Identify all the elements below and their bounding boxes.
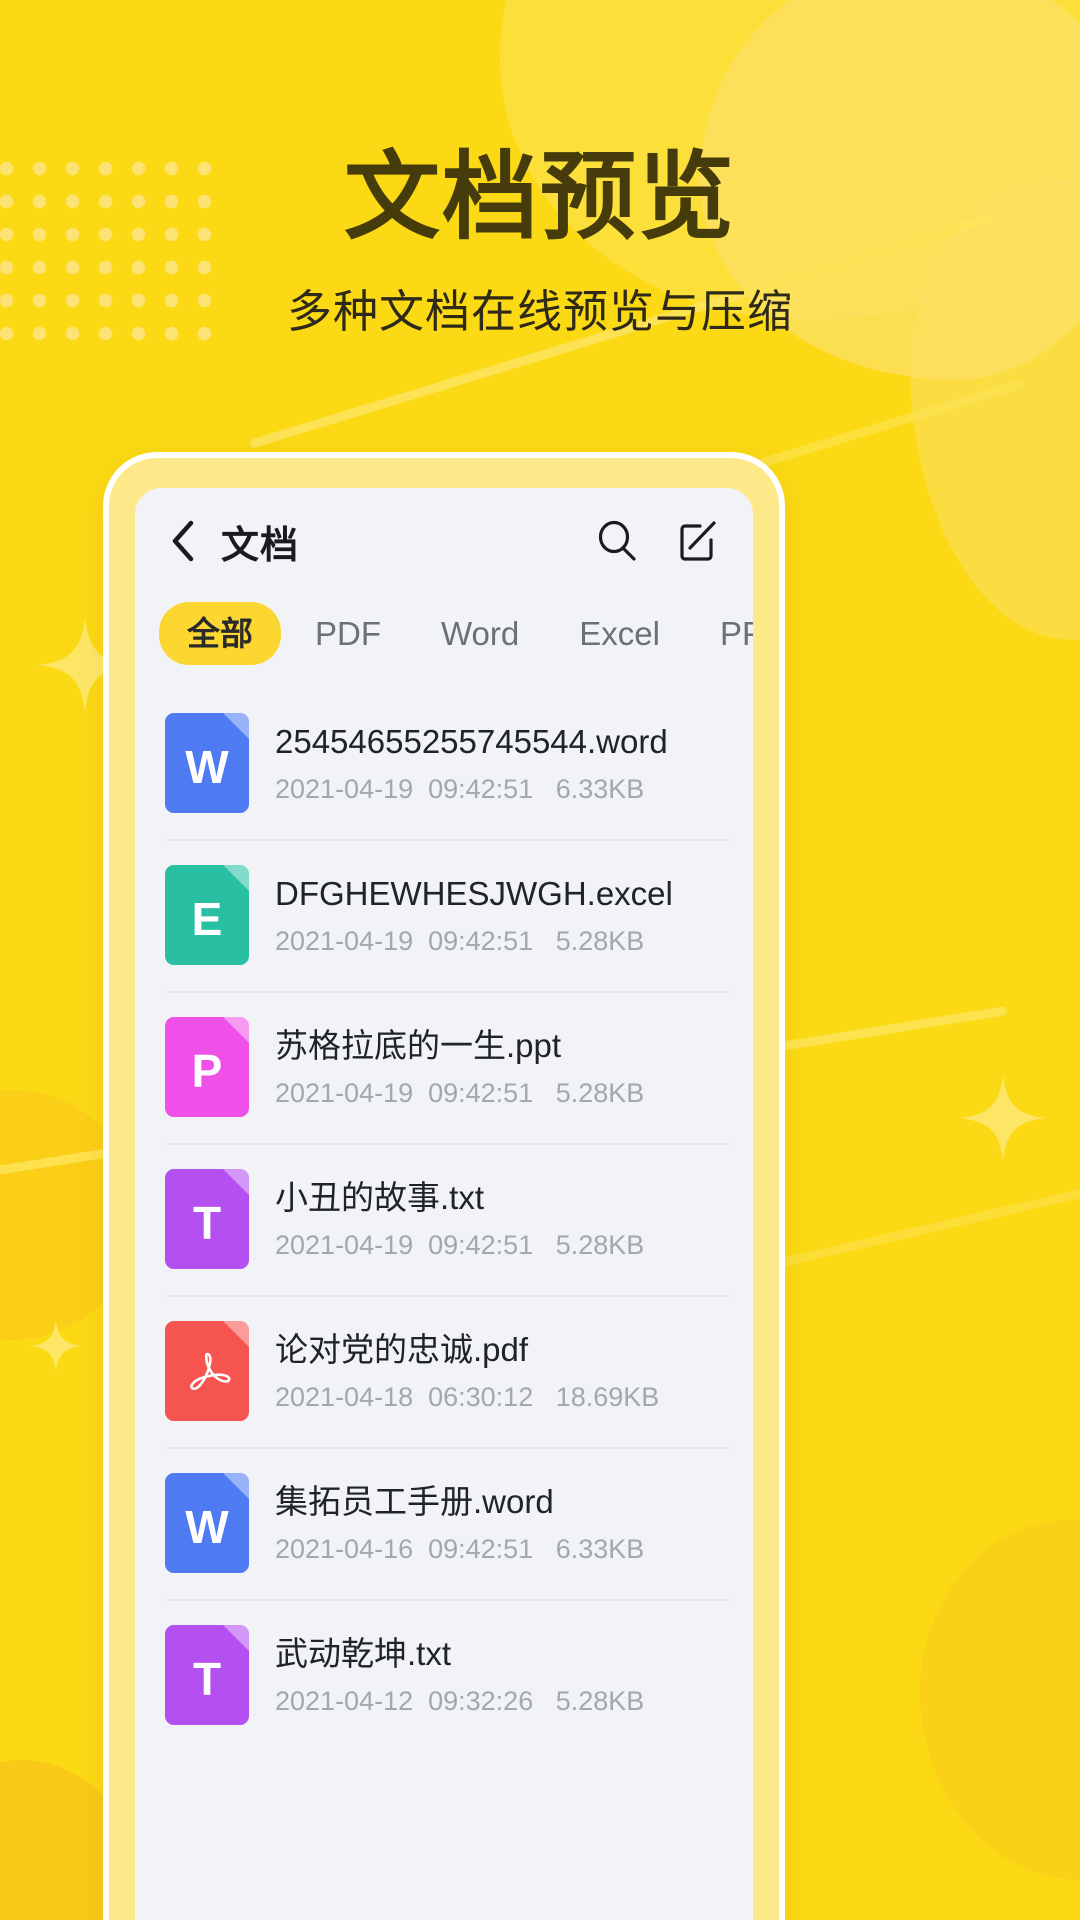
page-fold-corner <box>223 1321 249 1347</box>
page-fold-corner <box>223 1017 249 1043</box>
tab-ppt[interactable]: PPT <box>690 617 753 650</box>
file-type-icon-word: W <box>165 713 249 813</box>
back-button[interactable] <box>161 519 205 563</box>
file-detail: 2021-04-19 09:42:51 5.28KB <box>275 926 645 957</box>
file-type-letter: T <box>192 1197 222 1249</box>
page-fold-corner <box>223 1625 249 1651</box>
file-meta: 集拓员工手册.word 2021-04-16 09:42:51 6.33KB <box>275 1481 644 1565</box>
file-type-letter: T <box>192 1653 222 1705</box>
file-list-item[interactable]: W 25454655255745544.word 2021-04-19 09:42:… <box>135 687 753 839</box>
file-detail: 2021-04-12 09:32:26 5.28KB <box>275 1686 645 1717</box>
file-list-item[interactable]: T 小丑的故事.txt 2021-04-19 09:42:51 5.28KB <box>135 1143 753 1295</box>
file-list-item[interactable]: W 集拓员工手册.word 2021-04-16 09:42:51 6.33KB <box>135 1447 753 1599</box>
sparkle-right-icon <box>960 1075 1046 1161</box>
file-name: 小丑的故事.txt <box>275 1178 485 1216</box>
file-list-item[interactable]: E DFGHEWHESJWGH.excel 2021-04-19 09:42:51 … <box>135 839 753 991</box>
file-list-item[interactable]: T 武动乾坤.txt 2021-04-12 09:32:26 5.28KB <box>135 1599 753 1751</box>
file-name: 武动乾坤.txt <box>275 1634 452 1672</box>
tab-all[interactable]: 全部 <box>159 602 281 665</box>
sparkle-left-low-icon <box>30 1320 82 1372</box>
file-detail: 2021-04-19 09:42:51 5.28KB <box>275 1230 645 1261</box>
app-bar: 文档 <box>135 488 753 594</box>
file-meta: 论对党的忠诚.pdf 2021-04-18 06:30:12 18.69KB <box>275 1329 659 1413</box>
search-icon <box>598 520 636 561</box>
file-type-icon-pdf <box>165 1321 249 1421</box>
page-subtitle: 多种文档在线预览与压缩 <box>286 285 793 337</box>
file-detail: 2021-04-19 09:42:51 5.28KB <box>275 1078 645 1109</box>
file-type-icon-txt: T <box>165 1625 249 1725</box>
tab-excel[interactable]: Excel <box>549 617 690 650</box>
compose-icon <box>680 521 716 561</box>
phone-mockup: 文档 全部 PDF Word Excel PP W 25454655255745… <box>103 452 785 1920</box>
file-name: 集拓员工手册.word <box>275 1482 554 1520</box>
file-type-letter: E <box>191 893 223 945</box>
compose-button[interactable] <box>675 517 723 565</box>
app-bar-title: 文档 <box>221 524 300 567</box>
file-type-icon-word: W <box>165 1473 249 1573</box>
page-fold-corner <box>223 1169 249 1195</box>
chevron-left-icon <box>172 520 194 562</box>
page-fold-corner <box>223 713 249 739</box>
tab-word[interactable]: Word <box>411 617 549 650</box>
file-list-item[interactable]: 论对党的忠诚.pdf 2021-04-18 06:30:12 18.69KB <box>135 1295 753 1447</box>
phone-screen: 文档 全部 PDF Word Excel PP W 25454655255745… <box>135 488 753 1920</box>
file-name: 25454655255745544.word <box>275 722 668 760</box>
page-title: 文档预览 <box>344 144 736 251</box>
file-name: 苏格拉底的一生.ppt <box>275 1026 562 1064</box>
file-type-letter: W <box>185 741 229 793</box>
file-detail: 2021-04-19 09:42:51 6.33KB <box>275 774 645 805</box>
file-meta: 苏格拉底的一生.ppt 2021-04-19 09:42:51 5.28KB <box>275 1025 644 1109</box>
file-meta: 武动乾坤.txt 2021-04-12 09:32:26 5.28KB <box>275 1633 644 1717</box>
file-list-item[interactable]: P 苏格拉底的一生.ppt 2021-04-19 09:42:51 5.28KB <box>135 991 753 1143</box>
page-fold-corner <box>223 865 249 891</box>
file-meta: 小丑的故事.txt 2021-04-19 09:42:51 5.28KB <box>275 1177 644 1261</box>
promo-banner: 文档预览 多种文档在线预览与压缩 文档 全部 PDF Word Excel PP… <box>0 0 1080 1920</box>
blob-right-lower <box>920 1520 1080 1880</box>
search-button[interactable] <box>593 517 641 565</box>
filter-tabs[interactable]: 全部 PDF Word Excel PPT TXT <box>135 594 753 687</box>
file-type-letter: P <box>191 1045 223 1097</box>
tab-pdf[interactable]: PDF <box>285 617 411 650</box>
file-list[interactable]: W 25454655255745544.word 2021-04-19 09:42:… <box>135 687 753 1920</box>
file-type-icon-ppt: P <box>165 1017 249 1117</box>
file-name: 论对党的忠诚.pdf <box>275 1330 529 1368</box>
file-detail: 2021-04-16 09:42:51 6.33KB <box>275 1534 645 1565</box>
file-detail: 2021-04-18 06:30:12 18.69KB <box>275 1382 660 1413</box>
file-type-letter: W <box>185 1501 229 1553</box>
page-fold-corner <box>223 1473 249 1499</box>
file-type-icon-excel: E <box>165 865 249 965</box>
file-meta: 25454655255745544.word 2021-04-19 09:42:5… <box>275 721 668 805</box>
app-bar-actions <box>593 517 723 565</box>
hero-text-block: 文档预览 多种文档在线预览与压缩 <box>0 144 1080 340</box>
pdf-swirl-icon <box>190 1352 231 1391</box>
file-name: DFGHEWHESJWGH.excel <box>275 874 673 912</box>
file-meta: DFGHEWHESJWGH.excel 2021-04-19 09:42:51 5… <box>275 873 673 957</box>
file-type-icon-txt: T <box>165 1169 249 1269</box>
